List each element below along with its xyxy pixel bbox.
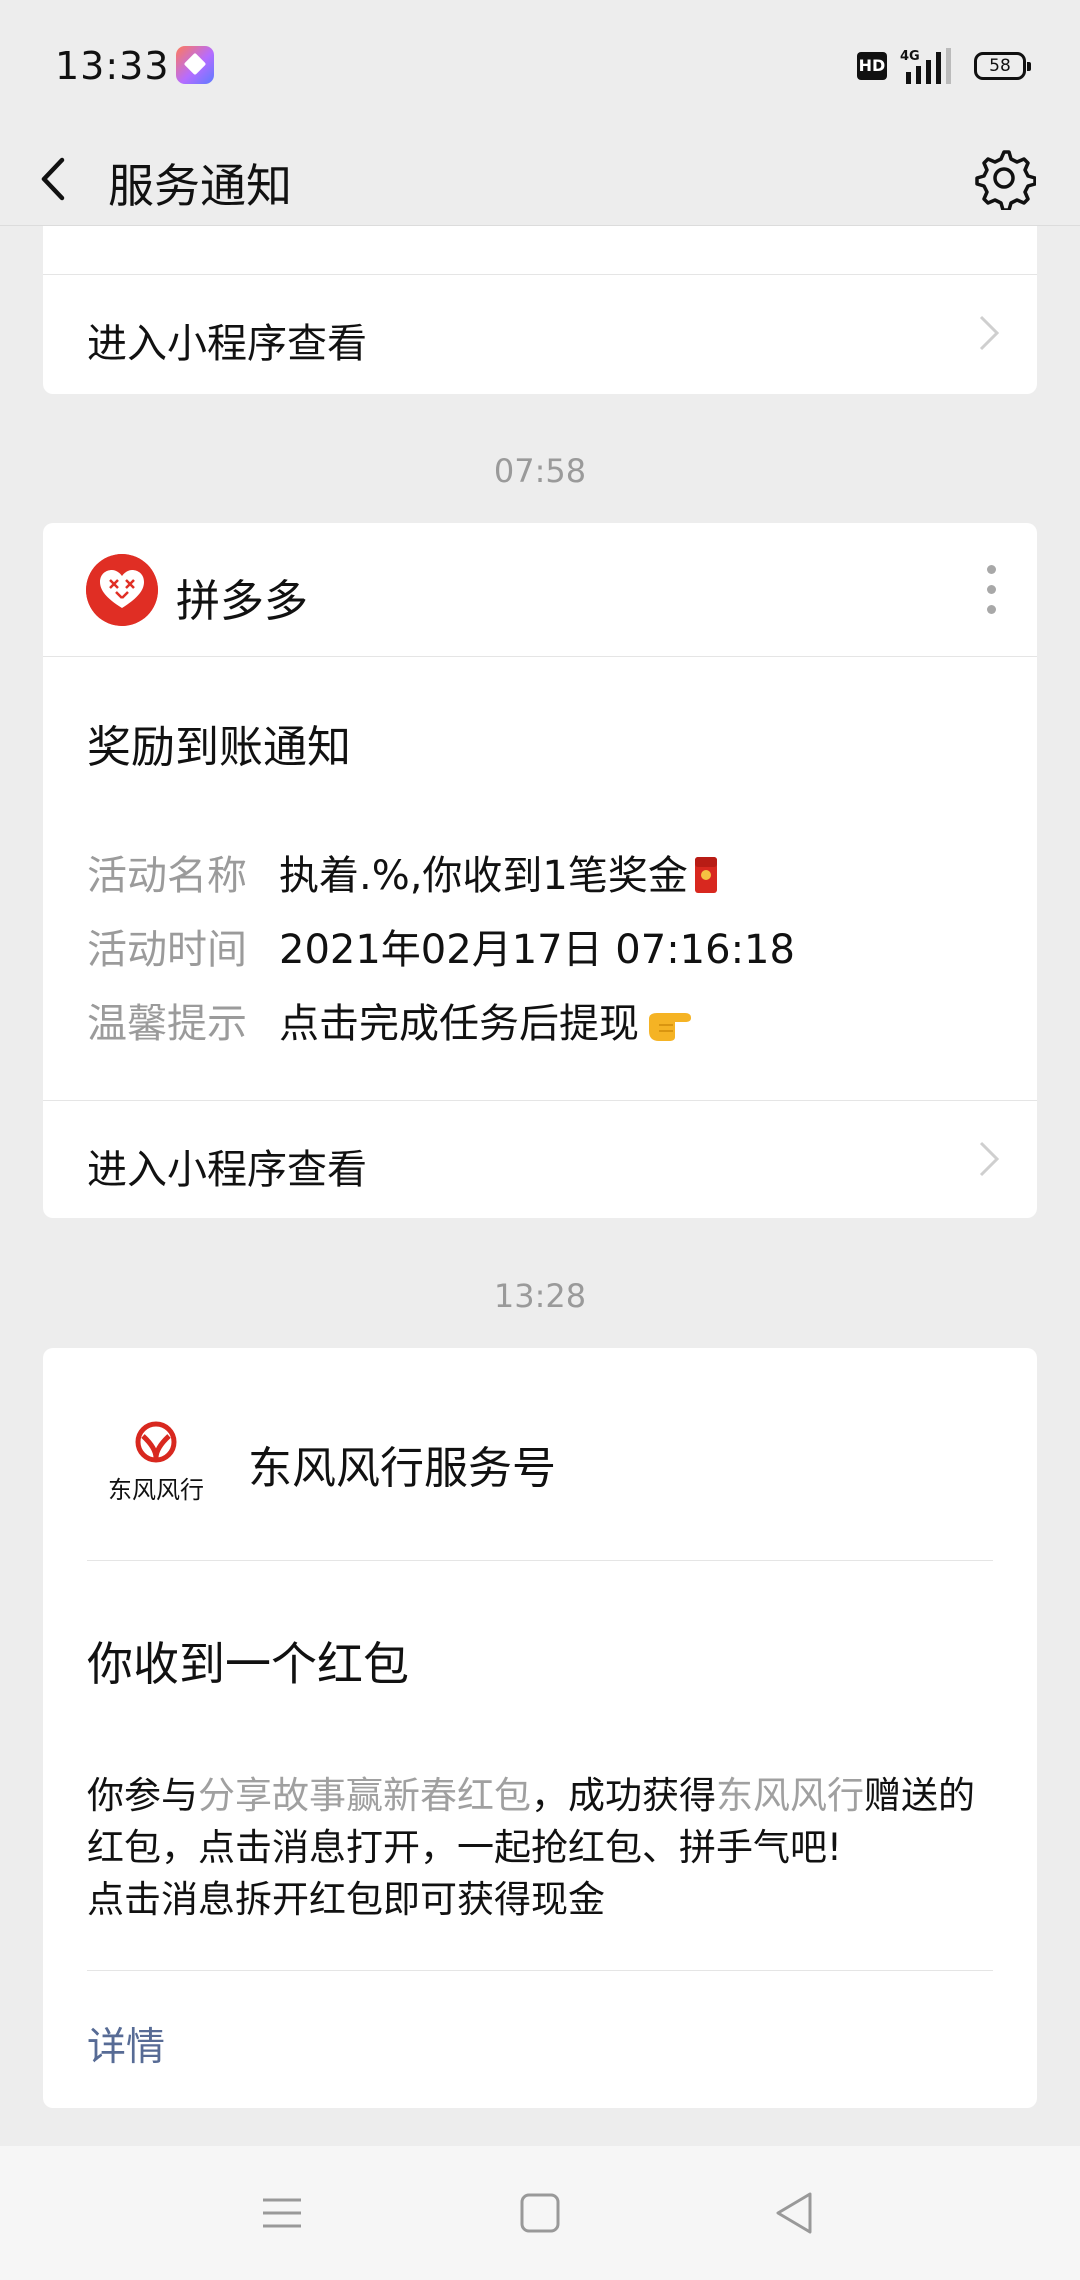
gear-icon[interactable] — [972, 146, 1036, 210]
chevron-right-icon — [979, 315, 1000, 351]
app-notification-icon — [176, 46, 214, 84]
more-options-icon[interactable] — [987, 565, 997, 617]
notification-title: 你收到一个红包 — [87, 1637, 409, 1691]
chevron-right-icon — [979, 1141, 1000, 1177]
divider — [87, 1560, 993, 1561]
open-miniprogram-label: 进入小程序查看 — [87, 1147, 367, 1193]
divider — [87, 1970, 993, 1971]
notification-card-partial: 进入小程序查看 — [43, 226, 1037, 394]
nav-bar: 服务通知 — [0, 130, 1080, 226]
detail-value: 执着.%,你收到1笔奖金 — [279, 843, 718, 901]
campaign-name: 分享故事赢新春红包 — [198, 1774, 531, 1817]
source-name: 东风风行服务号 — [248, 1443, 556, 1494]
menu-icon[interactable] — [257, 2188, 307, 2238]
hd-icon: HD — [857, 52, 887, 80]
detail-value: 2021年02月17日 07:16:18 — [279, 927, 795, 973]
notification-card-dongfeng[interactable]: 东风风行 东风风行服务号 你收到一个红包 你参与分享故事赢新春红包，成功获得东风… — [43, 1348, 1037, 2108]
status-time: 13:33 — [55, 44, 170, 88]
detail-row-tip: 温馨提示 点击完成任务后提现 — [87, 991, 1007, 1051]
battery-icon: 58 — [974, 52, 1031, 80]
timestamp-separator: 07:58 — [493, 452, 587, 490]
notification-title: 奖励到账通知 — [87, 722, 351, 773]
open-miniprogram-link[interactable]: 进入小程序查看 — [43, 1100, 1037, 1218]
detail-row-activity-time: 活动时间 2021年02月17日 07:16:18 — [87, 917, 1007, 977]
open-miniprogram-label: 进入小程序查看 — [87, 321, 367, 367]
brand-name: 东风风行 — [716, 1774, 864, 1817]
detail-value: 点击完成任务后提现 — [279, 991, 695, 1049]
back-triangle-icon[interactable] — [770, 2188, 820, 2238]
card-header: 拼多多 — [43, 523, 1037, 657]
dongfeng-logo-icon: 东风风行 — [108, 1421, 204, 1504]
detail-key: 活动时间 — [87, 927, 247, 973]
pinduoduo-logo-icon — [86, 554, 158, 626]
chevron-left-icon[interactable] — [32, 152, 82, 206]
detail-key: 温馨提示 — [87, 1001, 247, 1047]
notification-card-pdd[interactable]: 拼多多 奖励到账通知 活动名称 执着.%,你收到1笔奖金 活动时间 2021年0… — [43, 523, 1037, 1218]
detail-key: 活动名称 — [87, 853, 247, 899]
home-icon[interactable] — [515, 2188, 565, 2238]
red-envelope-icon — [694, 857, 717, 893]
dongfeng-logo-text: 东风风行 — [108, 1476, 204, 1504]
signal-icon: 4G — [900, 48, 951, 84]
notification-body: 你参与分享故事赢新春红包，成功获得东风风行赠送的红包，点击消息打开，一起抢红包、… — [87, 1774, 975, 1921]
network-type-label: 4G — [900, 49, 920, 64]
page-title: 服务通知 — [108, 159, 292, 213]
open-miniprogram-link[interactable]: 进入小程序查看 — [43, 274, 1037, 392]
source-name: 拼多多 — [176, 576, 308, 627]
timestamp-separator: 13:28 — [493, 1277, 587, 1315]
system-nav-bar — [0, 2146, 1080, 2280]
pointing-hand-icon — [649, 1013, 691, 1041]
detail-row-activity-name: 活动名称 执着.%,你收到1笔奖金 — [87, 843, 1007, 903]
status-bar: 13:33 HD 4G 58 — [0, 0, 1080, 130]
details-link[interactable]: 详情 — [87, 2016, 165, 2072]
